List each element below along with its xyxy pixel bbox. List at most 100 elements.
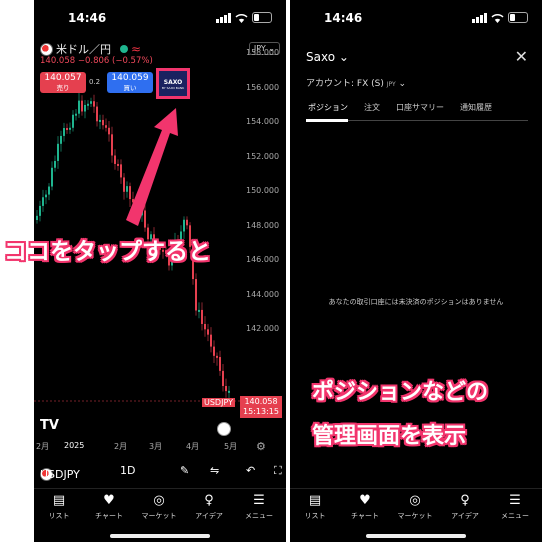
candle-body <box>207 329 209 335</box>
nav-chart[interactable]: ♥ チャート <box>84 493 134 521</box>
account-selector[interactable]: アカウント: FX (S) JPY ⌄ <box>306 76 406 89</box>
candle-body <box>222 370 224 387</box>
candle-body <box>204 323 206 330</box>
countdown: 15:13:15 <box>243 407 279 416</box>
nav-label: アイデア <box>195 512 223 520</box>
tab-notifications[interactable]: 通知履歴 <box>460 102 492 113</box>
signal-icon <box>216 12 231 23</box>
tab-orders[interactable]: 注文 <box>364 102 380 113</box>
x-tick: 3月 <box>149 442 163 451</box>
candle-body <box>102 119 104 126</box>
compass-icon: ◎ <box>153 493 165 508</box>
battery-icon <box>508 12 528 23</box>
x-tick: 4月 <box>186 442 200 451</box>
close-icon[interactable]: ✕ <box>515 49 528 65</box>
account-name: アカウント: FX (S) <box>306 79 384 89</box>
candle-body <box>111 134 113 156</box>
candle-body <box>75 113 77 116</box>
saxo-panel-screen: 14:46 Saxo ⌄ ✕ アカウント: FX (S) JPY ⌄ ポジション… <box>290 0 542 542</box>
nav-list[interactable]: ▤ リスト <box>34 493 84 521</box>
nav-label: アイデア <box>451 512 479 520</box>
status-time: 14:46 <box>324 11 363 25</box>
candle-body <box>72 114 74 128</box>
candle-body <box>90 101 92 104</box>
candle-body <box>93 101 95 107</box>
broker-title: Saxo <box>306 50 336 64</box>
candle-body <box>126 186 128 192</box>
candle-body <box>87 103 89 106</box>
chart-settings-icon[interactable]: ⚙ <box>256 440 266 453</box>
nav-menu[interactable]: ☰ メニュー <box>490 493 540 521</box>
nav-label: リスト <box>48 512 70 520</box>
price-axis: 158.000 156.000 154.000 152.000 150.000 148.0… <box>246 48 286 450</box>
candle-body <box>219 357 221 371</box>
candle-body <box>213 346 215 356</box>
compass-icon: ◎ <box>409 493 421 508</box>
pair-tag: USDJPY <box>202 398 235 407</box>
bulb-icon: ♀ <box>204 493 214 508</box>
candle-body <box>114 155 116 164</box>
draw-icon[interactable]: ✎ <box>180 464 189 477</box>
status-bar: 14:46 <box>34 10 286 28</box>
x-tick: 2月 <box>36 442 50 451</box>
candle-body <box>108 127 110 135</box>
nav-label: メニュー <box>245 512 273 520</box>
active-tab-indicator <box>306 119 348 122</box>
candle-body <box>144 210 146 228</box>
battery-icon <box>252 12 272 23</box>
candle-body <box>39 205 41 216</box>
candle-body <box>120 164 122 178</box>
us-flag-icon[interactable] <box>217 422 231 436</box>
nav-menu[interactable]: ☰ メニュー <box>234 493 284 521</box>
candle-body <box>78 100 80 114</box>
y-tick: 154.000 <box>246 117 280 126</box>
y-tick: 150.000 <box>246 186 280 195</box>
candle-body <box>129 186 131 200</box>
broker-selector[interactable]: Saxo ⌄ <box>306 50 349 64</box>
callout-management-line2: 管理画面を表示 <box>312 424 467 449</box>
candle-body <box>51 167 53 187</box>
tab-account-summary[interactable]: 口座サマリー <box>396 102 444 113</box>
undo-icon[interactable]: ↶ <box>246 464 255 477</box>
candle-body <box>99 119 101 122</box>
indicators-icon[interactable]: ⇋ <box>210 464 219 477</box>
status-icons <box>472 12 528 23</box>
nav-label: リスト <box>304 512 326 520</box>
fullscreen-icon[interactable]: ⛶ <box>274 464 282 478</box>
tab-positions[interactable]: ポジション <box>308 102 348 113</box>
candle-body <box>66 128 68 131</box>
candle-body <box>216 355 218 358</box>
tradingview-logo: TV <box>40 418 59 433</box>
menu-icon: ☰ <box>509 493 521 508</box>
y-tick: 146.000 <box>246 255 280 264</box>
x-tick: 2025 <box>64 441 85 450</box>
menu-icon: ☰ <box>253 493 265 508</box>
candle-body <box>36 215 38 220</box>
candle-body <box>48 186 50 195</box>
y-tick: 144.000 <box>246 289 280 299</box>
nav-market[interactable]: ◎ マーケット <box>390 493 440 521</box>
nav-chart[interactable]: ♥ チャート <box>340 493 390 521</box>
last-price-label: 140.058 15:13:15 <box>240 396 282 418</box>
candle-body <box>228 390 230 393</box>
interval-button[interactable]: 1D <box>120 464 135 477</box>
candle-body <box>105 125 107 128</box>
candle-body <box>42 197 44 206</box>
nav-list[interactable]: ▤ リスト <box>290 493 340 521</box>
candle-body <box>210 334 212 347</box>
last-price: 140.058 <box>244 397 278 406</box>
candle-body <box>201 309 203 324</box>
status-time: 14:46 <box>68 11 107 25</box>
candle-body <box>60 135 62 144</box>
toolbar-symbol: USDJPY <box>40 468 80 481</box>
candle-body <box>117 163 119 166</box>
nav-ideas[interactable]: ♀ アイデア <box>184 493 234 521</box>
status-bar: 14:46 <box>290 10 542 28</box>
candle-body <box>54 160 56 168</box>
panel-tabs: ポジション 注文 口座サマリー 通知履歴 <box>306 102 528 122</box>
home-indicator <box>366 534 466 538</box>
bulb-icon: ♀ <box>460 493 470 508</box>
list-icon: ▤ <box>52 493 66 508</box>
nav-ideas[interactable]: ♀ アイデア <box>440 493 490 521</box>
nav-market[interactable]: ◎ マーケット <box>134 493 184 521</box>
